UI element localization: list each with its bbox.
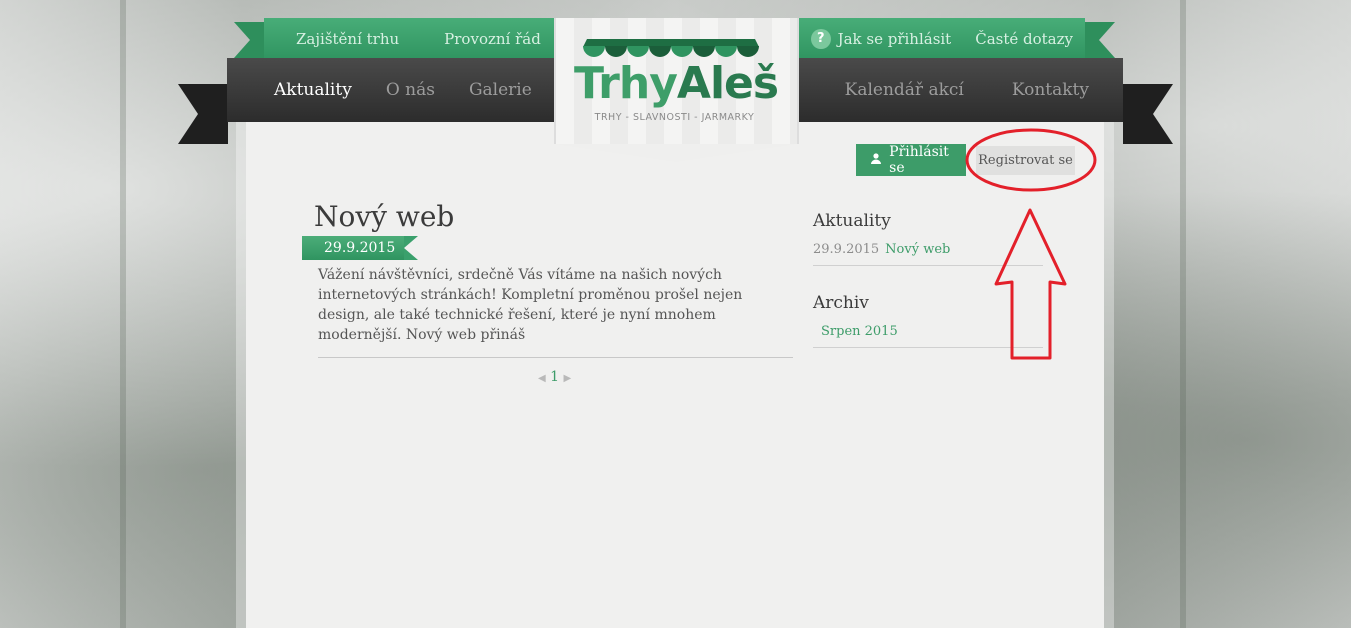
nav-aktuality[interactable]: Aktuality — [227, 80, 369, 100]
page-number-current[interactable]: 1 — [550, 369, 559, 385]
top-nav-jak-se-prihlasit[interactable]: Jak se přihlásit — [831, 30, 964, 48]
background-detail — [1180, 0, 1186, 628]
nav-galerie[interactable]: Galerie — [452, 80, 549, 100]
ribbon-tail-left — [234, 22, 264, 58]
article-title[interactable]: Nový web — [314, 200, 454, 233]
login-label: Přihlásit se — [889, 144, 949, 176]
main-nav-right: Kalendář akcí Kontakty — [795, 58, 1123, 122]
article-divider — [318, 357, 793, 358]
article-excerpt: Vážení návštěvníci, srdečně Vás vítáme n… — [318, 267, 743, 343]
chevron-right-icon[interactable]: ▶ — [564, 373, 572, 384]
register-label: Registrovat se — [978, 153, 1073, 168]
article-date-badge: 29.9.2015 — [302, 236, 418, 260]
sidebar-news-item: 29.9.2015 Nový web — [813, 242, 1043, 266]
top-nav-left: Zajištění trhu Provozní řád — [264, 18, 554, 60]
nav-kalendar-akci[interactable]: Kalendář akcí — [821, 80, 988, 100]
logo-ales: Aleš — [676, 58, 779, 109]
sidebar-archive-heading: Archiv — [813, 293, 869, 313]
logo-subtitle: TRHY - SLAVNOSTI - JARMARKY — [594, 112, 755, 123]
top-nav-caste-dotazy[interactable]: Časté dotazy — [963, 30, 1085, 48]
sidebar-archive-link[interactable]: Srpen 2015 — [821, 324, 898, 339]
sidebar-news-heading: Aktuality — [813, 211, 891, 231]
user-icon — [864, 153, 887, 167]
register-button[interactable]: Registrovat se — [976, 146, 1075, 175]
login-button[interactable]: Přihlásit se — [856, 144, 966, 176]
logo-wordmark[interactable]: TrhyAleš — [574, 58, 779, 109]
nav-kontakty[interactable]: Kontakty — [988, 80, 1123, 100]
pagination: ◀ 1 ▶ — [538, 369, 571, 385]
top-nav-right: ? Jak se přihlásit Časté dotazy — [795, 18, 1085, 60]
dark-ribbon-tail-right — [1123, 84, 1173, 144]
sidebar-news-link[interactable]: Nový web — [885, 242, 950, 257]
question-icon[interactable]: ? — [811, 29, 831, 49]
logo-trhy: Trhy — [574, 58, 678, 109]
article-date: 29.9.2015 — [324, 240, 396, 256]
top-nav-zajisteni-trhu[interactable]: Zajištění trhu — [264, 30, 421, 48]
chevron-left-icon[interactable]: ◀ — [538, 373, 546, 384]
dark-ribbon-tail-left — [178, 84, 228, 144]
ribbon-tail-right — [1085, 22, 1115, 58]
logo-point — [554, 144, 798, 162]
background-detail — [120, 0, 126, 628]
awning-icon — [583, 39, 759, 57]
top-nav-provozni-rad[interactable]: Provozní řád — [421, 30, 563, 48]
content-panel — [246, 100, 1104, 628]
main-nav-left: Aktuality O nás Galerie — [227, 58, 554, 122]
nav-o-nas[interactable]: O nás — [369, 80, 452, 100]
sidebar-news-date: 29.9.2015 — [813, 242, 880, 257]
sidebar-archive-item: Srpen 2015 — [813, 324, 1043, 348]
